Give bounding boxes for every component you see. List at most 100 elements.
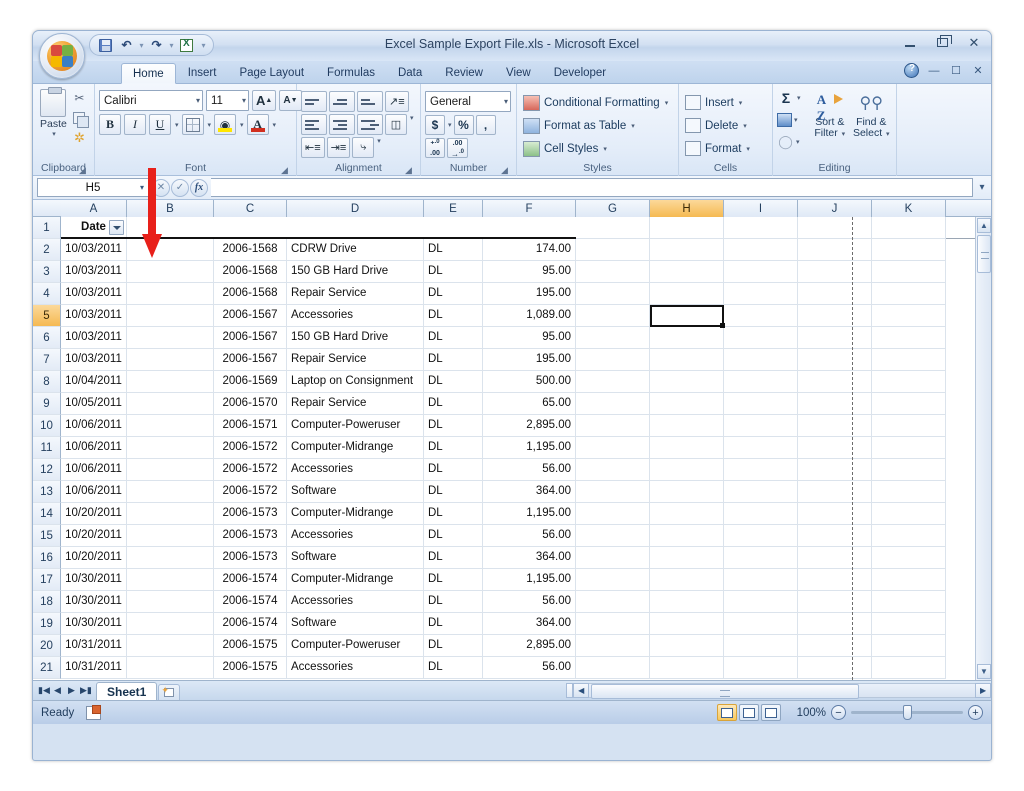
cell-styles-button[interactable]: Cell Styles ▾ — [521, 137, 607, 160]
cell-c5[interactable]: 2006-1567 — [214, 305, 287, 327]
cell-i12[interactable] — [724, 459, 798, 481]
cell-a12[interactable]: 10/06/2011 — [61, 459, 127, 481]
cell-k18[interactable] — [872, 591, 946, 613]
cell-e4[interactable]: DL — [424, 283, 483, 305]
decrease-indent-button[interactable]: ⇤≡ — [301, 137, 325, 158]
cell-f9[interactable]: 65.00 — [483, 393, 576, 415]
chevron-down-icon[interactable]: ▾ — [603, 145, 607, 153]
cell-c10[interactable]: 2006-1571 — [214, 415, 287, 437]
number-dialog-launcher[interactable]: ◢ — [500, 166, 509, 175]
cell-j21[interactable] — [798, 657, 872, 679]
sheet-tab-sheet1[interactable]: Sheet1 — [96, 682, 157, 701]
cell-i16[interactable] — [724, 547, 798, 569]
column-header-k[interactable]: K — [872, 200, 946, 217]
cell-d14[interactable]: Computer-Midrange — [287, 503, 424, 525]
header-cell-a[interactable]: Date — [61, 217, 127, 239]
cell-g13[interactable] — [576, 481, 650, 503]
cell-b21[interactable] — [127, 657, 214, 679]
cell-a9[interactable]: 10/05/2011 — [61, 393, 127, 415]
column-header-d[interactable]: D — [287, 200, 424, 217]
cell-c18[interactable]: 2006-1574 — [214, 591, 287, 613]
cell-c11[interactable]: 2006-1572 — [214, 437, 287, 459]
cut-icon[interactable]: ✂ — [70, 89, 89, 107]
row-header-20[interactable]: 20 — [33, 635, 61, 657]
cell-d6[interactable]: 150 GB Hard Drive — [287, 327, 424, 349]
cell-i17[interactable] — [724, 569, 798, 591]
cell-k15[interactable] — [872, 525, 946, 547]
cell-j5[interactable] — [798, 305, 872, 327]
cell-d15[interactable]: Accessories — [287, 525, 424, 547]
cell-e6[interactable]: DL — [424, 327, 483, 349]
cell-h17[interactable] — [650, 569, 724, 591]
chevron-down-icon[interactable]: ▾ — [746, 145, 750, 153]
cell-c19[interactable]: 2006-1574 — [214, 613, 287, 635]
cell-h4[interactable] — [650, 283, 724, 305]
cell-f13[interactable]: 364.00 — [483, 481, 576, 503]
paste-button[interactable] — [40, 89, 66, 117]
chevron-down-icon[interactable]: ▾ — [797, 94, 801, 102]
cell-f2[interactable]: 174.00 — [483, 239, 576, 261]
font-color-button[interactable]: A — [247, 114, 269, 135]
cell-j3[interactable] — [798, 261, 872, 283]
decrease-decimal-button[interactable]: .00→.0 — [447, 138, 468, 158]
row-header-21[interactable]: 21 — [33, 657, 61, 679]
formula-input[interactable] — [211, 178, 973, 197]
column-header-c[interactable]: C — [214, 200, 287, 217]
chevron-down-icon[interactable]: ▾ — [665, 99, 669, 107]
cell-g4[interactable] — [576, 283, 650, 305]
cell-b8[interactable] — [127, 371, 214, 393]
paste-dropdown-icon[interactable]: ▾ — [52, 130, 56, 138]
cell-e21[interactable]: DL — [424, 657, 483, 679]
zoom-level[interactable]: 100% — [792, 707, 826, 719]
top-align-button[interactable] — [301, 91, 327, 112]
cell-j4[interactable] — [798, 283, 872, 305]
doc-close-button[interactable]: ✕ — [971, 64, 985, 77]
row-header-13[interactable]: 13 — [33, 481, 61, 503]
clear-button[interactable]: ◯ ▾ — [777, 132, 809, 152]
font-size-combo[interactable]: 11 ▾ — [206, 90, 249, 111]
merge-center-button[interactable]: ◫ — [385, 114, 407, 135]
cell-h2[interactable] — [650, 239, 724, 261]
chevron-down-icon[interactable]: ▾ — [193, 96, 200, 105]
cell-a3[interactable]: 10/03/2011 — [61, 261, 127, 283]
row-header-8[interactable]: 8 — [33, 371, 61, 393]
expand-formula-bar-icon[interactable]: ▾ — [975, 182, 989, 193]
column-header-b[interactable]: B — [127, 200, 214, 217]
cell-e8[interactable]: DL — [424, 371, 483, 393]
cell-c2[interactable]: 2006-1568 — [214, 239, 287, 261]
cell-e12[interactable]: DL — [424, 459, 483, 481]
doc-restore-button[interactable]: ☐ — [949, 64, 963, 77]
row-header-2[interactable]: 2 — [33, 239, 61, 261]
cell-a11[interactable]: 10/06/2011 — [61, 437, 127, 459]
cell-d12[interactable]: Accessories — [287, 459, 424, 481]
cell-i14[interactable] — [724, 503, 798, 525]
cell-k3[interactable] — [872, 261, 946, 283]
cell-b19[interactable] — [127, 613, 214, 635]
cell-d5[interactable]: Accessories — [287, 305, 424, 327]
cell-b13[interactable] — [127, 481, 214, 503]
cell-k8[interactable] — [872, 371, 946, 393]
cell-g7[interactable] — [576, 349, 650, 371]
cell-h3[interactable] — [650, 261, 724, 283]
zoom-in-button[interactable]: + — [968, 705, 983, 720]
cell-d19[interactable]: Software — [287, 613, 424, 635]
row-header-14[interactable]: 14 — [33, 503, 61, 525]
increase-indent-button[interactable]: ⇥≡ — [327, 137, 351, 158]
cell-a19[interactable]: 10/30/2011 — [61, 613, 127, 635]
cell-k19[interactable] — [872, 613, 946, 635]
italic-button[interactable]: I — [124, 114, 146, 135]
column-header-h[interactable]: H — [650, 200, 724, 217]
borders-dropdown-icon[interactable]: ▾ — [208, 121, 212, 129]
format-as-table-button[interactable]: Format as Table ▾ — [521, 114, 635, 137]
cell-j10[interactable] — [798, 415, 872, 437]
name-box[interactable]: H5 ▾ — [37, 178, 149, 197]
cell-j9[interactable] — [798, 393, 872, 415]
row-header-1[interactable]: 1 — [33, 217, 61, 239]
cell-j1[interactable] — [798, 217, 872, 239]
cell-g14[interactable] — [576, 503, 650, 525]
cell-k13[interactable] — [872, 481, 946, 503]
cell-b3[interactable] — [127, 261, 214, 283]
cell-k21[interactable] — [872, 657, 946, 679]
cell-c7[interactable]: 2006-1567 — [214, 349, 287, 371]
cell-j8[interactable] — [798, 371, 872, 393]
